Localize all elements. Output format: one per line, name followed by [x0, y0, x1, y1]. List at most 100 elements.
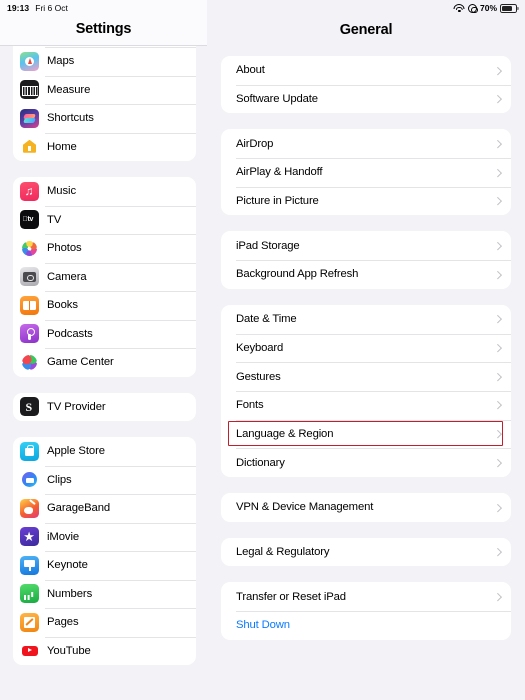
settings-row-fonts[interactable]: Fonts [221, 390, 511, 420]
chevron-right-icon [493, 548, 502, 556]
settings-group: Legal & Regulatory [221, 537, 511, 567]
chevron-right-icon [493, 592, 502, 601]
pages-app-icon [20, 612, 39, 632]
sidebar-item-photos[interactable]: Photos [13, 234, 196, 263]
sidebar-item-keynote[interactable]: Keynote [13, 551, 196, 580]
sidebar-item-podcasts[interactable]: Podcasts [13, 319, 196, 349]
settings-row-airdrop[interactable]: AirDrop [221, 129, 511, 158]
ipad-settings-screen: 19:13 Fri 6 Oct 70% Settings Maps Measure… [0, 0, 525, 700]
settings-row-dictionary[interactable]: Dictionary [221, 448, 511, 477]
sidebar-item-label: YouTube [47, 644, 91, 657]
settings-row-language-region[interactable]: Language & Region [221, 419, 511, 449]
sidebar-item-label: TV Provider [47, 400, 106, 413]
sidebar-item-books[interactable]: Books [13, 291, 196, 320]
settings-row-picture-in-picture[interactable]: Picture in Picture [221, 186, 511, 216]
status-date: Fri 6 Oct [35, 3, 68, 13]
clips-app-icon [20, 470, 39, 490]
sidebar-item-apple-store[interactable]: Apple Store [13, 437, 196, 466]
sidebar-item-label: Apple Store [47, 445, 105, 458]
settings-group: VPN & Device Management [221, 492, 511, 522]
home-app-icon [20, 137, 39, 157]
sidebar-item-camera[interactable]: Camera [13, 262, 196, 292]
sidebar-item-label: Measure [47, 83, 91, 96]
settings-row-transfer-or-reset-ipad[interactable]: Transfer or Reset iPad [221, 582, 511, 611]
youtube-app-icon [20, 641, 39, 661]
chevron-right-icon [493, 139, 502, 148]
sidebar-item-shortcuts[interactable]: Shortcuts [13, 104, 196, 133]
chevron-right-icon [493, 270, 502, 279]
settings-group: About Software Update [221, 56, 511, 114]
settings-row-keyboard[interactable]: Keyboard [221, 333, 511, 363]
settings-row-vpn-device-management[interactable]: VPN & Device Management [221, 493, 511, 522]
sidebar-item-label: iMovie [47, 530, 80, 543]
sidebar-item-game-center[interactable]: Game Center [13, 348, 196, 377]
settings-row-gestures[interactable]: Gestures [221, 362, 511, 391]
settings-row-label: Dictionary [236, 456, 285, 469]
sidebar-item-label: Game Center [47, 356, 114, 369]
settings-row-label: Shut Down [236, 619, 290, 632]
sidebar-item-label: Books [47, 299, 78, 312]
battery-icon [500, 3, 519, 13]
settings-row-ipad-storage[interactable]: iPad Storage [221, 231, 511, 260]
sidebar-item-music[interactable]: Music [13, 177, 196, 206]
sidebar-item-clips[interactable]: Clips [13, 465, 196, 495]
sidebar-item-label: Podcasts [47, 327, 93, 340]
sidebar-item-tv[interactable]: TV [13, 205, 196, 235]
chevron-right-icon [493, 458, 502, 467]
status-bar-left: 19:13 Fri 6 Oct [7, 3, 68, 13]
sidebar-item-label: Clips [47, 473, 72, 486]
chevron-right-icon [493, 503, 502, 512]
wifi-icon [453, 4, 465, 13]
settings-row-date-time[interactable]: Date & Time [221, 305, 511, 334]
sidebar-item-label: TV [47, 213, 62, 226]
settings-row-label: Keyboard [236, 341, 284, 354]
settings-row-label: Transfer or Reset iPad [236, 590, 346, 603]
sidebar-group: Maps Measure Shortcuts Home [13, 42, 196, 161]
settings-row-background-app-refresh[interactable]: Background App Refresh [221, 260, 511, 289]
settings-row-label: Gestures [236, 370, 281, 383]
sidebar-item-label: GarageBand [47, 502, 111, 515]
settings-row-label: iPad Storage [236, 239, 300, 252]
sidebar-item-label: Keynote [47, 559, 88, 572]
imovie-app-icon [20, 527, 39, 547]
shortcuts-app-icon [20, 108, 39, 128]
sidebar-item-pages[interactable]: Pages [13, 608, 196, 637]
tv-provider-icon [20, 397, 39, 417]
settings-row-label: Legal & Regulatory [236, 545, 330, 558]
sidebar-item-home[interactable]: Home [13, 132, 196, 162]
settings-row-label: Software Update [236, 93, 318, 106]
page-title-settings: Settings [75, 21, 132, 37]
chevron-right-icon [493, 343, 502, 352]
sidebar-item-numbers[interactable]: Numbers [13, 579, 196, 609]
settings-row-legal-regulatory[interactable]: Legal & Regulatory [221, 538, 511, 567]
settings-row-airplay-handoff[interactable]: AirPlay & Handoff [221, 158, 511, 187]
settings-row-label: Date & Time [236, 313, 297, 326]
sidebar-scroll-area[interactable]: Maps Measure Shortcuts Home Music TV Photos Cam… [0, 42, 207, 700]
settings-group: Date & Time Keyboard Gestures Fonts Language… [221, 304, 511, 477]
settings-row-about[interactable]: About [221, 56, 511, 85]
sidebar-item-garageband[interactable]: GarageBand [13, 494, 196, 523]
books-app-icon [20, 295, 39, 315]
sidebar-item-maps[interactable]: Maps [13, 47, 196, 76]
sidebar-item-measure[interactable]: Measure [13, 75, 196, 105]
sidebar-group: Apple Store Clips GarageBand iMovie Keynote N… [13, 437, 196, 665]
sidebar-item-tv-provider[interactable]: TV Provider [13, 393, 196, 422]
chevron-right-icon [493, 401, 502, 410]
sidebar-item-youtube[interactable]: YouTube [13, 636, 196, 666]
maps-app-icon [20, 51, 39, 71]
settings-row-software-update[interactable]: Software Update [221, 84, 511, 114]
settings-row-shut-down[interactable]: Shut Down [221, 611, 511, 640]
status-bar-right: 70% [453, 3, 519, 14]
detail-scroll-area[interactable]: About Software Update AirDrop AirPlay & Han… [207, 56, 525, 700]
settings-row-label: AirDrop [236, 137, 274, 150]
settings-row-label: Background App Refresh [236, 268, 359, 281]
settings-row-label: Fonts [236, 399, 264, 412]
settings-group: Transfer or Reset iPad Shut Down [221, 582, 511, 640]
photos-app-icon [20, 238, 39, 258]
settings-sidebar: Settings Maps Measure Shortcuts Home Music TV… [0, 0, 207, 700]
sidebar-item-imovie[interactable]: iMovie [13, 522, 196, 552]
chevron-right-icon [493, 168, 502, 177]
keynote-app-icon [20, 555, 39, 575]
sidebar-group: TV Provider [13, 392, 196, 422]
settings-row-label: Picture in Picture [236, 195, 319, 208]
